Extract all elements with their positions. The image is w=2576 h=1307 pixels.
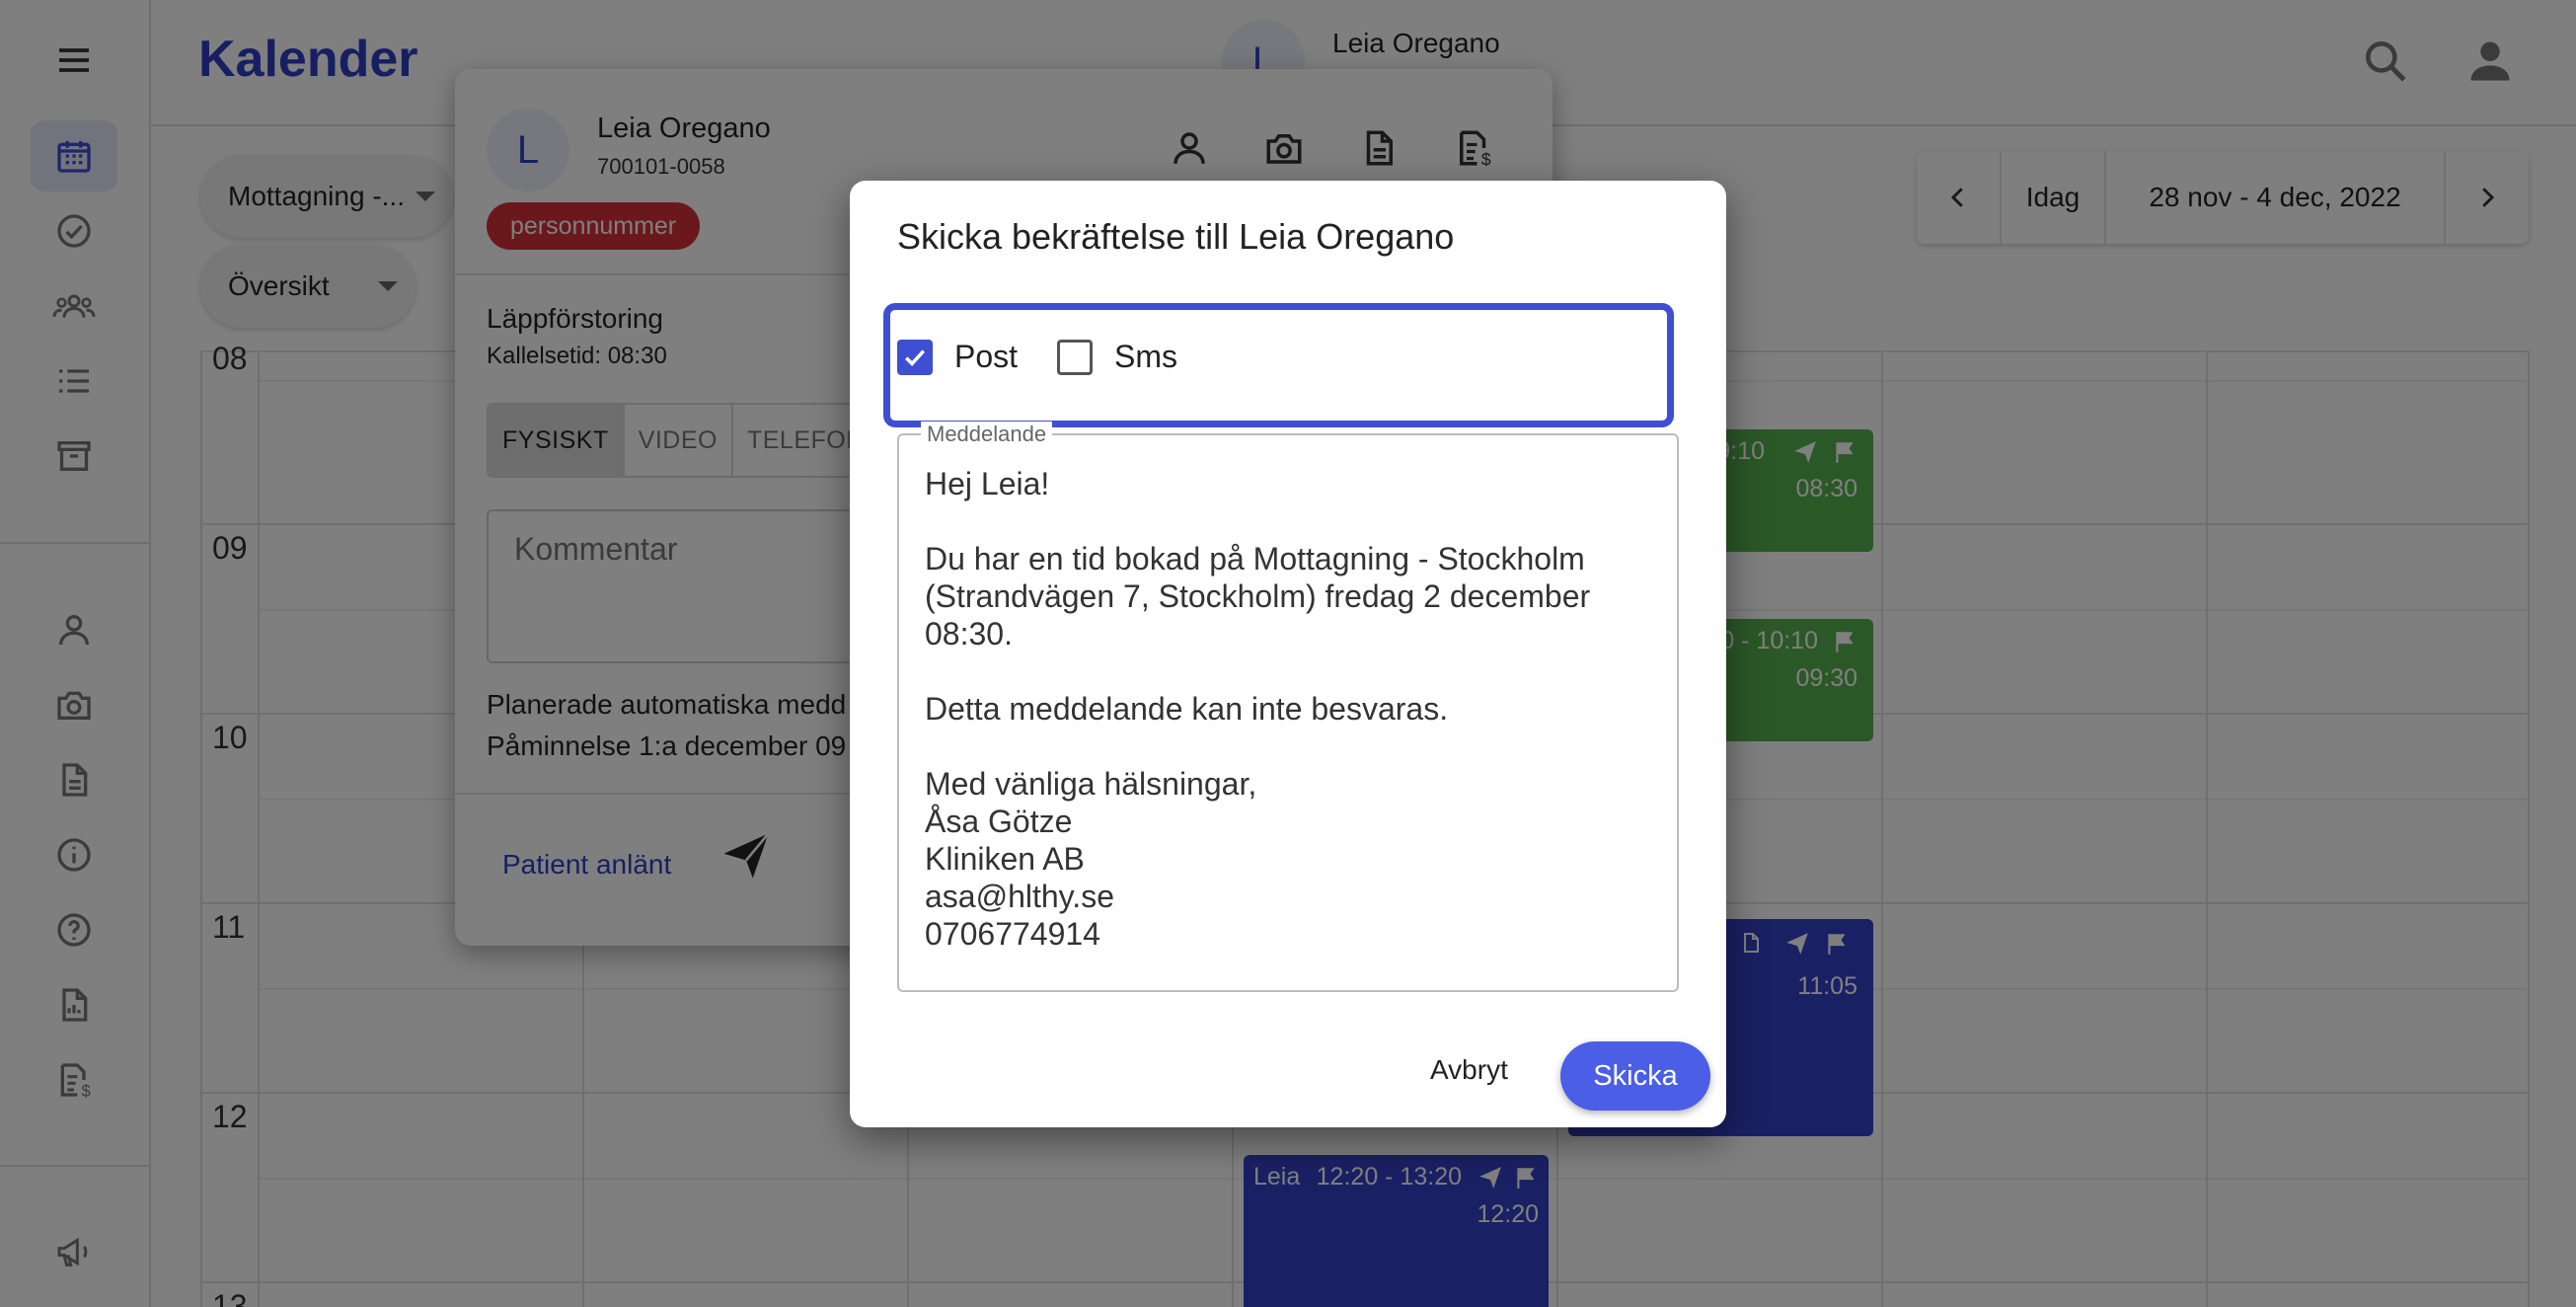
- post-checkbox[interactable]: [897, 339, 933, 375]
- post-option-label: Post: [954, 339, 1019, 374]
- message-field[interactable]: Meddelande Hej Leia! Du har en tid bokad…: [897, 422, 1679, 992]
- message-text[interactable]: Hej Leia! Du har en tid bokad på Mottagn…: [925, 465, 1655, 953]
- post-option[interactable]: Post: [897, 339, 1018, 375]
- sms-option-label: Sms: [1114, 339, 1177, 374]
- cancel-button[interactable]: Avbryt: [1430, 1054, 1508, 1086]
- sms-checkbox[interactable]: [1057, 339, 1093, 375]
- dialog-title: Skicka bekräftelse till Leia Oregano: [897, 216, 1455, 257]
- checkmark-icon: [905, 348, 926, 366]
- send-confirmation-dialog: Skicka bekräftelse till Leia Oregano Pos…: [850, 181, 1726, 1127]
- sms-option[interactable]: Sms: [1057, 339, 1177, 375]
- message-field-label: Meddelande: [921, 422, 1053, 447]
- send-button[interactable]: Skicka: [1560, 1041, 1710, 1111]
